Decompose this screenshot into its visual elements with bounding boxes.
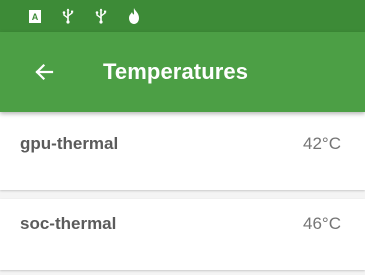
usb-icon <box>59 7 77 25</box>
sensor-name: soc-thermal <box>20 214 117 233</box>
arrow-left-icon <box>34 62 54 87</box>
svg-text:A: A <box>32 12 39 22</box>
app-bar: Temperatures <box>0 32 365 112</box>
page-title: Temperatures <box>103 59 249 84</box>
back-button[interactable] <box>26 56 62 92</box>
text-a-icon: A <box>26 7 44 25</box>
status-bar: A <box>0 0 365 32</box>
fire-icon <box>125 7 143 25</box>
sensor-temperature: 46°C <box>303 214 341 233</box>
list-item[interactable]: gpu-thermal 42°C <box>0 112 365 190</box>
usb-icon <box>92 7 110 25</box>
list-item[interactable]: soc-thermal 46°C <box>0 199 365 270</box>
sensor-temperature: 42°C <box>303 134 341 153</box>
sensor-name: gpu-thermal <box>20 134 119 153</box>
